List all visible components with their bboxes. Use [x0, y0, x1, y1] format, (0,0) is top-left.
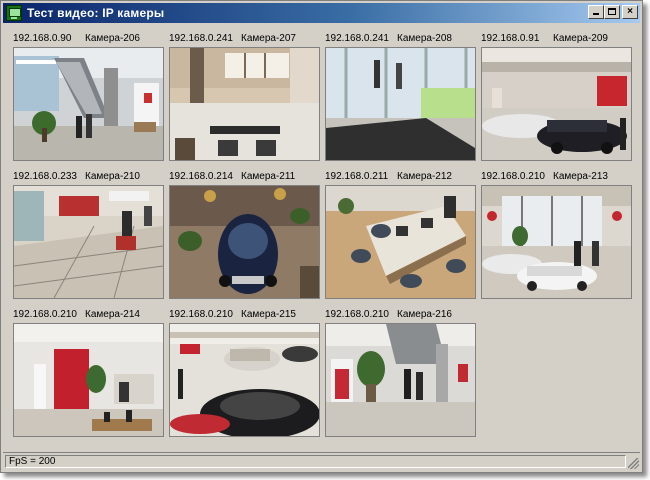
camera-label: 192.168.0.90 Камера-206 — [13, 33, 164, 47]
camera-label: 192.168.0.211 Камера-212 — [325, 171, 476, 185]
camera-tile[interactable]: 192.168.0.214 Камера-211 — [169, 171, 320, 299]
camera-label: 192.168.0.210 Камера-213 — [481, 171, 632, 185]
camera-feed[interactable] — [169, 47, 320, 161]
camera-ip: 192.168.0.211 — [325, 171, 389, 182]
camera-tile[interactable]: 192.168.0.241 Камера-207 — [169, 33, 320, 161]
camera-ip: 192.168.0.241 — [325, 33, 389, 44]
camera-feed[interactable] — [13, 185, 164, 299]
camera-tile[interactable]: 192.168.0.91 Камера-209 — [481, 33, 632, 161]
title-bar[interactable]: Тест видео: IP камеры × — [3, 3, 640, 23]
camera-ip: 192.168.0.90 — [13, 33, 72, 44]
camera-label: 192.168.0.210 Камера-216 — [325, 309, 476, 323]
lobby-staircase-scene — [14, 48, 163, 160]
camera-ip: 192.168.0.210 — [169, 309, 233, 320]
glass-entrance-scene — [326, 48, 475, 160]
camera-label: 192.168.0.241 Камера-207 — [169, 33, 320, 47]
window-title: Тест видео: IP камеры — [27, 6, 165, 20]
maximize-button[interactable] — [604, 5, 620, 19]
camera-ip: 192.168.0.214 — [169, 171, 233, 182]
car-topdown-scene — [170, 186, 319, 298]
camera-ip: 192.168.0.233 — [13, 171, 77, 182]
camera-ip: 192.168.0.210 — [481, 171, 545, 182]
camera-feed[interactable] — [325, 323, 476, 437]
camera-label: 192.168.0.210 Камера-215 — [169, 309, 320, 323]
camera-tile[interactable]: 192.168.0.210 Камера-216 — [325, 309, 476, 437]
camera-tile[interactable]: 192.168.0.233 Камера-210 — [13, 171, 164, 299]
camera-tile[interactable]: 192.168.0.211 Камера-212 — [325, 171, 476, 299]
camera-tile[interactable]: 192.168.0.210 Камера-213 — [481, 171, 632, 299]
camera-name: Камера-216 — [397, 309, 452, 320]
camera-feed[interactable] — [325, 185, 476, 299]
close-icon: × — [627, 6, 633, 17]
lobby-people-scene — [326, 324, 475, 436]
camera-name: Камера-206 — [85, 33, 140, 44]
fps-indicator: FpS = 200 — [5, 455, 626, 468]
camera-label: 192.168.0.91 Камера-209 — [481, 33, 632, 47]
camera-name: Камера-210 — [85, 171, 140, 182]
minimize-icon — [593, 13, 599, 15]
camera-name: Камера-207 — [241, 33, 296, 44]
camera-name: Камера-208 — [397, 33, 452, 44]
camera-ip: 192.168.0.241 — [169, 33, 233, 44]
status-bar: FpS = 200 — [3, 452, 640, 470]
camera-label: 192.168.0.233 Камера-210 — [13, 171, 164, 185]
monitor-app-icon[interactable] — [6, 5, 22, 21]
camera-grid: 192.168.0.90 Камера-206 192.168.0.241 Ка… — [5, 25, 636, 451]
camera-name: Камера-215 — [241, 309, 296, 320]
camera-ip: 192.168.0.210 — [325, 309, 389, 320]
camera-feed[interactable] — [481, 47, 632, 161]
cleaning-floor-scene — [14, 186, 163, 298]
camera-ip: 192.168.0.91 — [481, 33, 540, 44]
office-desks-scene — [326, 186, 475, 298]
camera-label: 192.168.0.210 Камера-214 — [13, 309, 164, 323]
camera-tile[interactable]: 192.168.0.210 Камера-214 — [13, 309, 164, 437]
camera-tile[interactable]: 192.168.0.210 Камера-215 — [169, 309, 320, 437]
close-button[interactable]: × — [622, 5, 638, 19]
camera-label: 192.168.0.214 Камера-211 — [169, 171, 320, 185]
camera-feed[interactable] — [481, 185, 632, 299]
camera-feed[interactable] — [13, 323, 164, 437]
hall-doors-scene — [170, 48, 319, 160]
camera-name: Камера-211 — [241, 171, 296, 182]
resize-grip-icon[interactable] — [628, 458, 639, 469]
camera-ip: 192.168.0.210 — [13, 309, 77, 320]
reception-red-scene — [14, 324, 163, 436]
camera-tile[interactable]: 192.168.0.241 Камера-208 — [325, 33, 476, 161]
camera-name: Камера-209 — [553, 33, 608, 44]
showroom-cars-scene — [482, 48, 631, 160]
camera-feed[interactable] — [169, 185, 320, 299]
app-window: Тест видео: IP камеры × 192.168.0.90 Каме… — [0, 0, 643, 473]
camera-name: Камера-212 — [397, 171, 452, 182]
maximize-icon — [608, 8, 616, 15]
camera-feed[interactable] — [169, 323, 320, 437]
camera-tile[interactable]: 192.168.0.90 Камера-206 — [13, 33, 164, 161]
showroom-white-car-scene — [482, 186, 631, 298]
camera-feed[interactable] — [13, 47, 164, 161]
minimize-button[interactable] — [588, 5, 604, 19]
camera-feed[interactable] — [325, 47, 476, 161]
showroom-floor-cars-scene — [170, 324, 319, 436]
camera-name: Камера-214 — [85, 309, 140, 320]
camera-name: Камера-213 — [553, 171, 608, 182]
camera-label: 192.168.0.241 Камера-208 — [325, 33, 476, 47]
